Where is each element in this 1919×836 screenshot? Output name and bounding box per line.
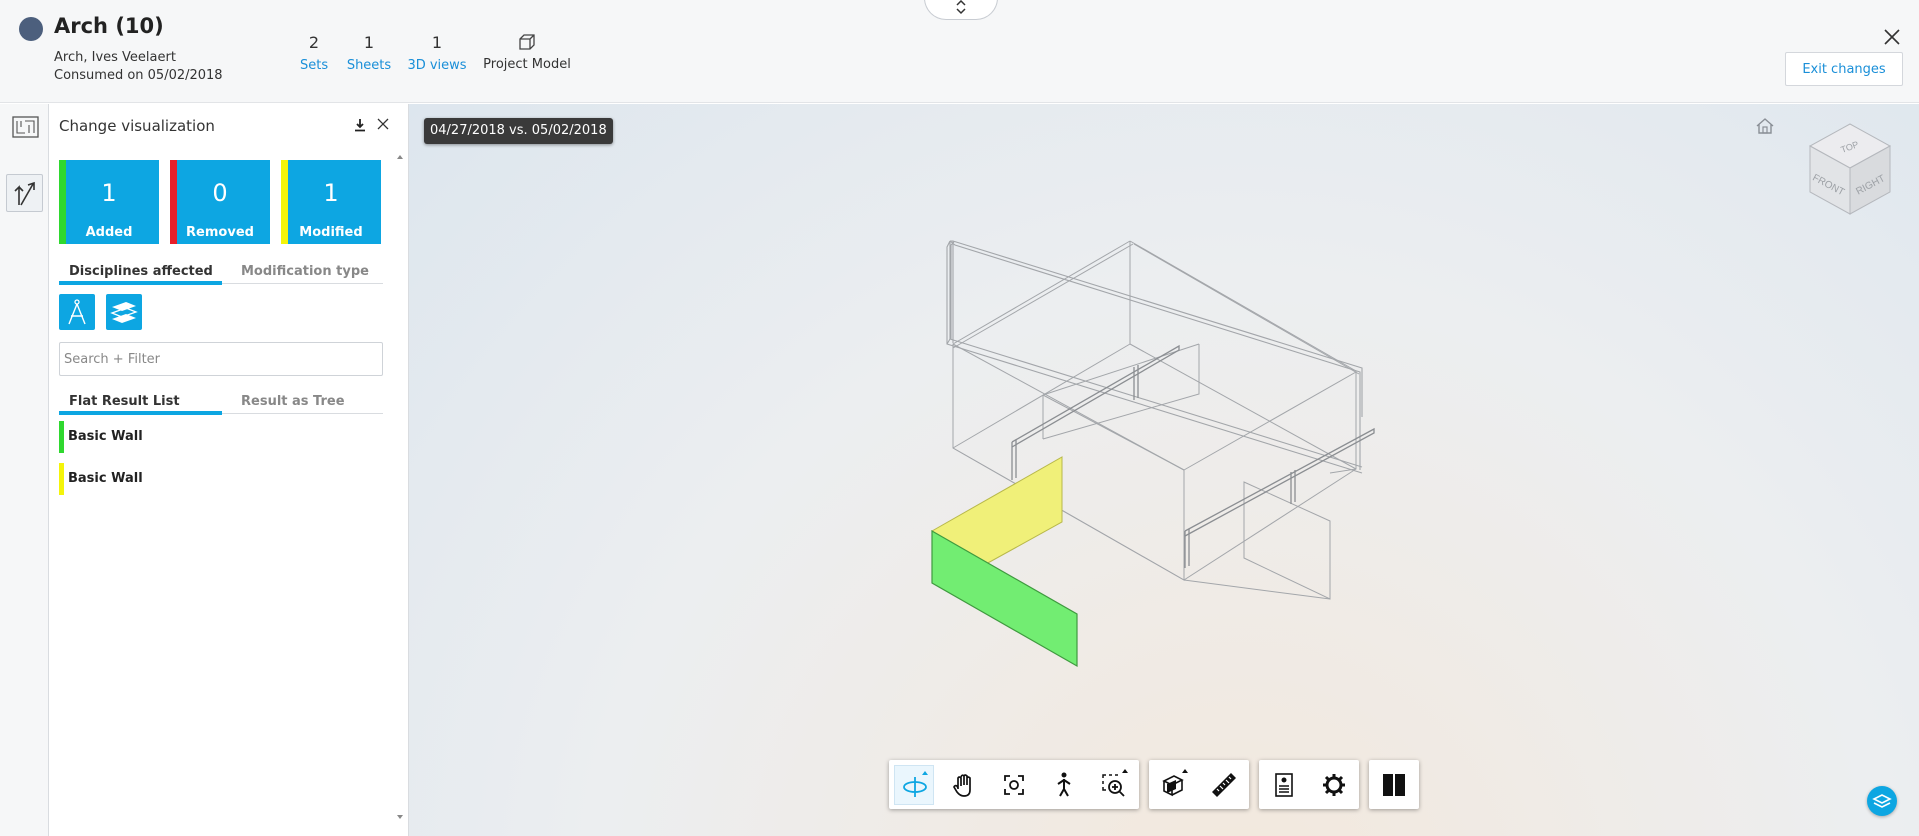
header: Arch (10) Arch, Ives Veelaert Consumed o…	[0, 0, 1919, 103]
collapse-header-toggle[interactable]	[924, 0, 998, 20]
project-model-label: Project Model	[483, 57, 571, 72]
stat-3d-views[interactable]: 1 3D views	[405, 33, 469, 73]
modified-marker	[59, 463, 64, 495]
changes-rail-button[interactable]	[6, 174, 43, 212]
layers-icon	[110, 302, 138, 323]
settings-button[interactable]	[1314, 765, 1354, 805]
model-3d-view[interactable]	[409, 104, 1919, 836]
hand-icon	[953, 774, 971, 797]
project-model-link[interactable]: Project Model	[481, 33, 573, 72]
list-item-label: Basic Wall	[68, 471, 143, 486]
person-icon	[1057, 772, 1071, 797]
left-rail	[0, 104, 49, 836]
stat-sets[interactable]: 2 Sets	[300, 33, 328, 73]
fit-to-view-button[interactable]	[994, 765, 1034, 805]
pan-button[interactable]	[944, 765, 984, 805]
panel-close-icon[interactable]	[377, 118, 389, 130]
removed-card[interactable]: 0 Removed	[170, 160, 270, 244]
orbit-button[interactable]	[894, 765, 934, 805]
first-person-button[interactable]	[1044, 765, 1084, 805]
result-view-tabs: Flat Result List Result as Tree	[59, 390, 383, 415]
active-tab-indicator	[59, 281, 222, 285]
cube-icon	[519, 34, 535, 50]
split-view-toolbar	[1369, 760, 1419, 809]
stat-3d-views-label[interactable]: 3D views	[405, 58, 469, 73]
orbit-icon	[903, 771, 928, 797]
tab-modification-type[interactable]: Modification type	[241, 264, 369, 288]
filter-tabs: Disciplines affected Modification type	[59, 260, 383, 285]
panel-scrollbar[interactable]	[394, 152, 406, 822]
stat-sets-label[interactable]: Sets	[300, 58, 328, 73]
removed-label: Removed	[186, 225, 254, 240]
added-label: Added	[85, 225, 133, 240]
list-item-label: Basic Wall	[68, 429, 143, 444]
author-line: Arch, Ives Veelaert	[54, 50, 176, 65]
removed-count: 0	[212, 179, 228, 207]
stat-sets-count: 2	[308, 33, 320, 52]
modified-card[interactable]: 1 Modified	[281, 160, 381, 244]
list-item[interactable]: Basic Wall	[59, 421, 379, 453]
properties-icon	[1275, 773, 1293, 797]
modified-count: 1	[323, 179, 339, 207]
list-item[interactable]: Basic Wall	[59, 463, 379, 495]
section-box-icon	[1162, 769, 1188, 797]
focus-icon	[1004, 775, 1024, 795]
panel-title: Change visualization	[59, 117, 215, 135]
gear-icon	[1323, 774, 1345, 796]
active-result-tab-indicator	[59, 411, 222, 415]
model-status-dot	[19, 17, 43, 41]
structure-discipline-button[interactable]	[106, 294, 142, 330]
viewcube[interactable]: TOP FRONT RIGHT	[1804, 118, 1896, 226]
chevron-up-down-icon	[956, 0, 966, 15]
stat-3d-views-count: 1	[431, 33, 443, 52]
section-analysis-button[interactable]	[1154, 765, 1194, 805]
sheets-rail-button[interactable]	[6, 108, 43, 146]
model-tools-toolbar	[1259, 760, 1359, 809]
tab-result-as-tree[interactable]: Result as Tree	[241, 394, 345, 418]
zoom-window-button[interactable]	[1094, 765, 1134, 805]
layers-help-icon	[1872, 794, 1892, 808]
model-viewer[interactable]: 04/27/2018 vs. 05/02/2018 TOP FRONT RIGH…	[409, 104, 1919, 836]
split-view-icon	[1383, 774, 1405, 796]
page-title: Arch (10)	[54, 14, 164, 38]
stat-sheets[interactable]: 1 Sheets	[346, 33, 392, 73]
scroll-down-icon[interactable]	[394, 812, 406, 822]
architecture-discipline-button[interactable]	[59, 294, 95, 330]
stat-sheets-count: 1	[363, 33, 375, 52]
floorplan-icon	[12, 116, 39, 138]
stat-sheets-label[interactable]: Sheets	[346, 58, 392, 73]
added-count: 1	[101, 179, 117, 207]
navigation-toolbar	[889, 760, 1139, 809]
search-filter-input[interactable]	[59, 342, 383, 376]
measure-button[interactable]	[1204, 765, 1244, 805]
section-measure-toolbar	[1149, 760, 1249, 809]
exit-changes-button[interactable]: Exit changes	[1785, 52, 1903, 86]
compass-icon	[68, 299, 86, 325]
close-icon[interactable]	[1882, 27, 1902, 47]
consumed-date: Consumed on 05/02/2018	[54, 68, 223, 83]
ruler-icon	[1212, 773, 1236, 797]
added-card[interactable]: 1 Added	[59, 160, 159, 244]
split-view-button[interactable]	[1374, 765, 1414, 805]
scroll-up-icon[interactable]	[394, 152, 406, 162]
home-icon[interactable]	[1754, 116, 1776, 136]
help-button[interactable]	[1867, 786, 1897, 816]
modified-label: Modified	[299, 225, 363, 240]
compare-arrows-icon	[14, 181, 35, 206]
properties-button[interactable]	[1264, 765, 1304, 805]
added-marker	[59, 421, 64, 453]
change-visualization-panel: Change visualization 1 Added 0 Removed 1…	[49, 104, 409, 836]
zoom-icon	[1102, 769, 1128, 797]
download-icon[interactable]	[354, 118, 366, 132]
